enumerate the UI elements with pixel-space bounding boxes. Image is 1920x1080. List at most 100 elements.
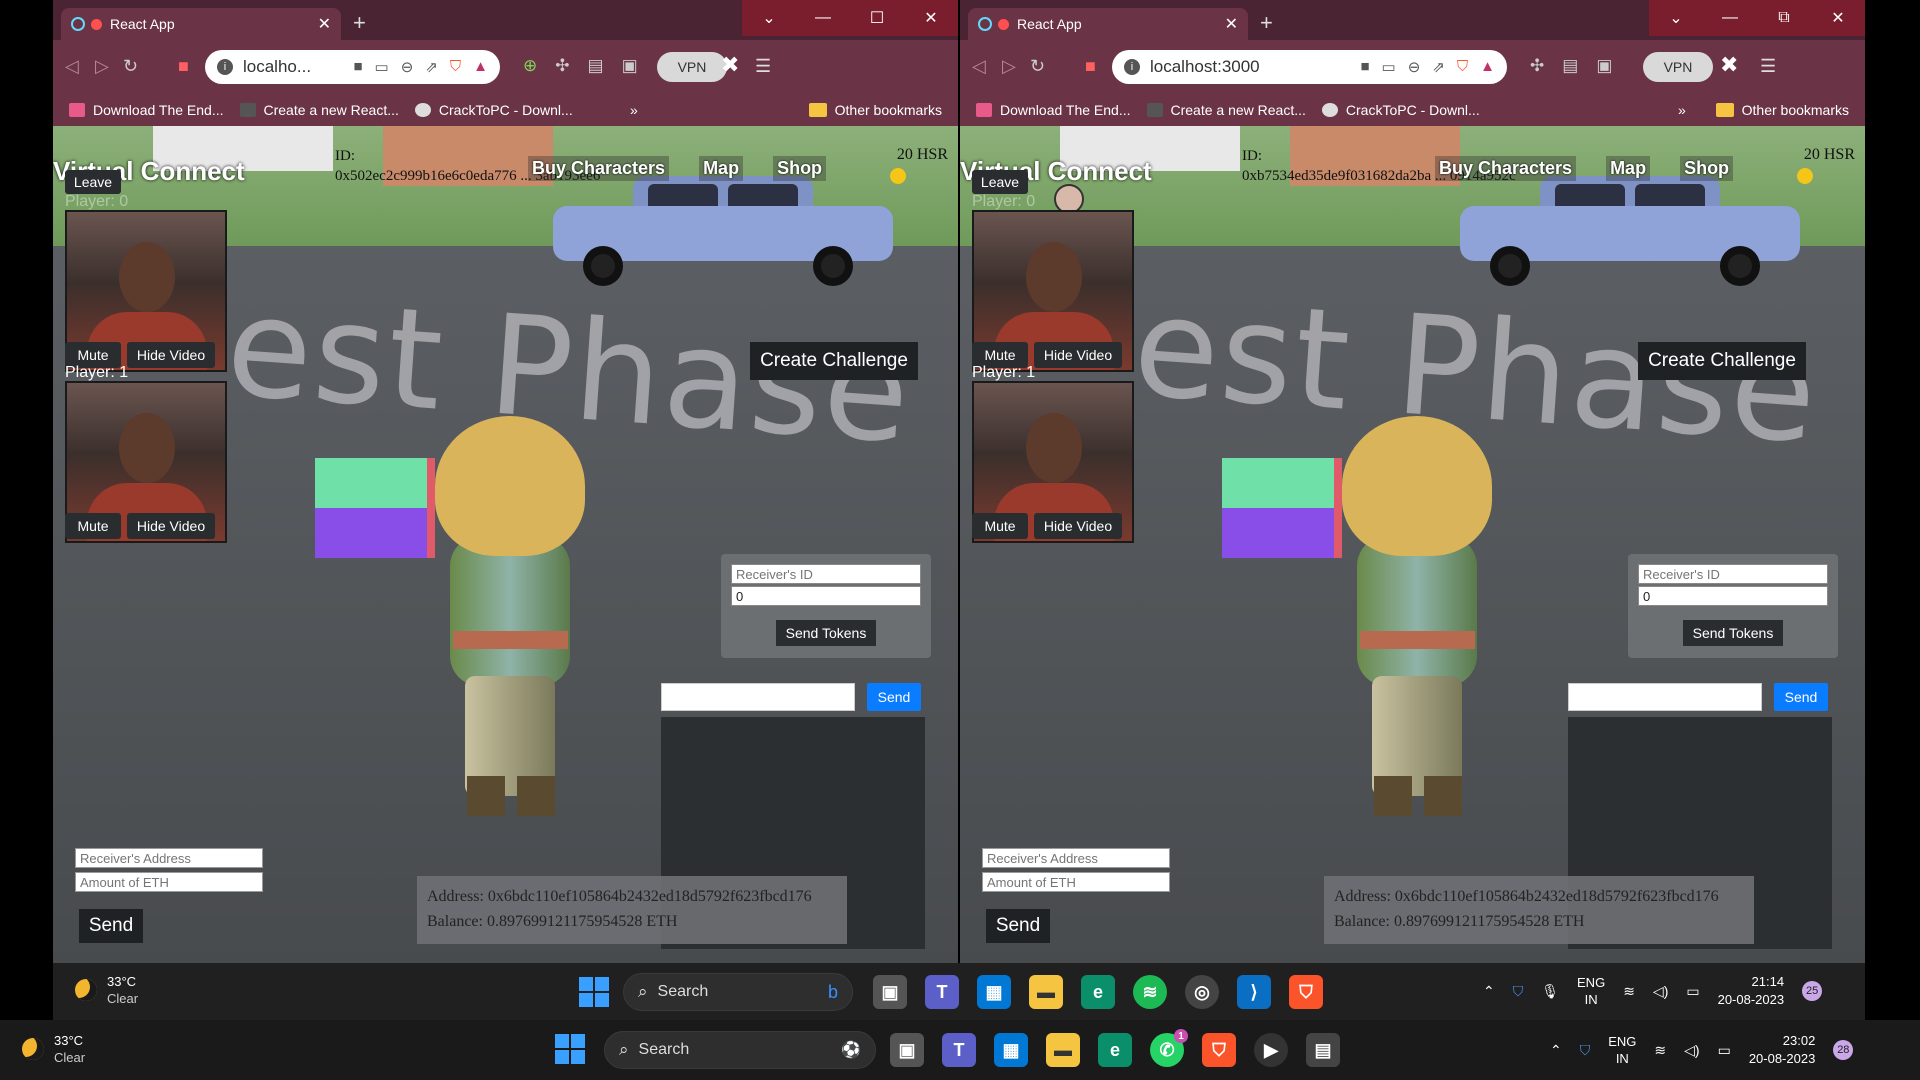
receiver-id-input[interactable] [1638,564,1828,584]
create-challenge-button[interactable]: Create Challenge [750,342,918,380]
leave-button[interactable]: Leave [65,170,121,194]
mute-button[interactable]: Mute [972,513,1028,539]
amount-input[interactable] [1638,586,1828,606]
battery-icon[interactable]: ▭ [1686,983,1699,1000]
reload-icon[interactable]: ↻ [123,56,138,77]
close-icon[interactable]: ✕ [318,14,331,34]
puzzle-icon[interactable]: ✣ [1530,56,1544,76]
info-icon[interactable]: i [1124,59,1140,75]
chat-input[interactable] [1568,683,1762,711]
back-icon[interactable]: ◁ [972,56,986,77]
brave-icon[interactable]: ⛉ [1289,975,1323,1009]
address-bar[interactable]: i localho... ■ ▭ ⊖ ⇗ ⛉ ▲ [205,50,500,84]
teams-icon[interactable]: T [925,975,959,1009]
windows-start-icon[interactable] [555,1034,585,1064]
store-icon[interactable]: ▦ [994,1033,1028,1067]
address-bar[interactable]: i localhost:3000 ■ ▭ ⊖ ⇗ ⛉ ▲ [1112,50,1507,84]
back-icon[interactable]: ◁ [65,56,79,77]
bookmark-icon[interactable]: ■ [1085,56,1096,77]
menu-icon[interactable]: ☰ [755,56,771,77]
camera-icon[interactable]: ■ [1360,58,1369,76]
volume-icon[interactable]: ◁) [1684,1042,1699,1059]
taskbar-search[interactable]: ⌕ Search b [623,973,853,1011]
cast-icon[interactable]: ▭ [375,58,389,76]
wifi-icon[interactable]: ≋ [1654,1042,1666,1059]
restore-button[interactable]: ⧉ [1757,0,1811,36]
notification-badge[interactable]: 28 [1833,1040,1854,1060]
menu-icon[interactable]: ☰ [1760,56,1776,77]
maximize-button[interactable]: ☐ [850,0,904,36]
leave-button[interactable]: Leave [972,170,1028,194]
nav-map[interactable]: Map [699,156,744,181]
nav-buy-characters[interactable]: Buy Characters [528,156,670,181]
brave-icon[interactable]: ⛉ [1202,1033,1236,1067]
send-tokens-button[interactable]: Send Tokens [1683,620,1783,646]
language-indicator[interactable]: ENG IN [1577,974,1605,1008]
create-challenge-button[interactable]: Create Challenge [1638,342,1806,380]
share-icon[interactable]: ⇗ [425,58,438,76]
close-window-button[interactable]: ✕ [1811,0,1865,36]
edge-icon[interactable]: e [1081,975,1115,1009]
receiver-id-input[interactable] [731,564,921,584]
forward-icon[interactable]: ▷ [95,56,109,77]
share-icon[interactable]: ⇗ [1432,58,1445,76]
file-explorer-icon[interactable]: ▬ [1046,1033,1080,1067]
puzzle-icon[interactable]: ✣ [555,56,569,76]
teams-icon[interactable]: T [942,1033,976,1067]
chevron-down-icon[interactable]: ⌄ [742,0,796,36]
amount-input[interactable] [731,586,921,606]
bookmark-item[interactable]: Create a new React... [239,102,399,118]
spotify-icon[interactable]: ≋ [1133,975,1167,1009]
chevron-down-icon[interactable]: ⌄ [1649,0,1703,36]
remote-desktop-icon[interactable]: ▤ [1306,1033,1340,1067]
clock[interactable]: 21:14 20-08-2023 [1718,973,1785,1009]
minimize-button[interactable]: — [796,0,850,36]
bookmark-item[interactable]: Download The End... [69,102,224,118]
bookmark-item[interactable]: Download The End... [976,102,1131,118]
tab-react-app[interactable]: React App ✕ [61,8,341,40]
chevron-up-icon[interactable]: ⌃ [1483,983,1495,1000]
sidebar-icon[interactable]: ▤ [1562,56,1578,76]
store-icon[interactable]: ▦ [977,975,1011,1009]
hide-video-button[interactable]: Hide Video [127,513,215,539]
rewards-icon[interactable]: ▲ [1480,58,1495,76]
rewards-icon[interactable]: ▲ [473,58,488,76]
camera-icon[interactable]: ■ [353,58,362,76]
receiver-address-input[interactable] [75,848,263,868]
cast-icon[interactable]: ▭ [1382,58,1396,76]
info-icon[interactable]: i [217,59,233,75]
security-icon[interactable]: ⛉ [1513,983,1524,1000]
chrome-icon[interactable]: ◎ [1185,975,1219,1009]
edge-icon[interactable]: e [1098,1033,1132,1067]
brave-logo-icon[interactable]: ✖ [721,52,739,78]
amount-eth-input[interactable] [982,872,1170,892]
zoom-icon[interactable]: ⊖ [401,58,414,76]
wifi-icon[interactable]: ≋ [1623,983,1635,1000]
send-tokens-button[interactable]: Send Tokens [776,620,876,646]
brave-shield-icon[interactable]: ⛉ [1457,58,1468,76]
whatsapp-icon[interactable]: ✆ 1 [1150,1029,1188,1067]
hide-video-button[interactable]: Hide Video [1034,513,1122,539]
bookmark-icon[interactable]: ■ [178,56,189,77]
vpn-button[interactable]: VPN [1643,52,1713,82]
tab-react-app[interactable]: React App ✕ [968,8,1248,40]
more-bookmarks-icon[interactable]: » [630,102,638,118]
security-icon[interactable]: ⛉ [1580,1042,1591,1059]
receiver-address-input[interactable] [982,848,1170,868]
forward-icon[interactable]: ▷ [1002,56,1016,77]
vscode-icon[interactable]: ⟩ [1237,975,1271,1009]
wallet-icon[interactable]: ▣ [1596,56,1612,76]
chat-input[interactable] [661,683,855,711]
brave-logo-icon[interactable]: ✖ [1720,52,1738,78]
amount-eth-input[interactable] [75,872,263,892]
sidebar-icon[interactable]: ▤ [588,56,604,76]
nav-shop[interactable]: Shop [1680,156,1734,181]
wallet-icon[interactable]: ▣ [622,56,638,76]
hide-video-button[interactable]: Hide Video [127,342,215,368]
nav-shop[interactable]: Shop [773,156,827,181]
eth-send-button[interactable]: Send [986,909,1050,943]
character-avatar[interactable] [1332,416,1512,816]
eth-send-button[interactable]: Send [79,909,143,943]
vpn-button[interactable]: VPN [657,52,727,82]
microphone-icon[interactable]: 🎙 [1541,983,1559,1000]
